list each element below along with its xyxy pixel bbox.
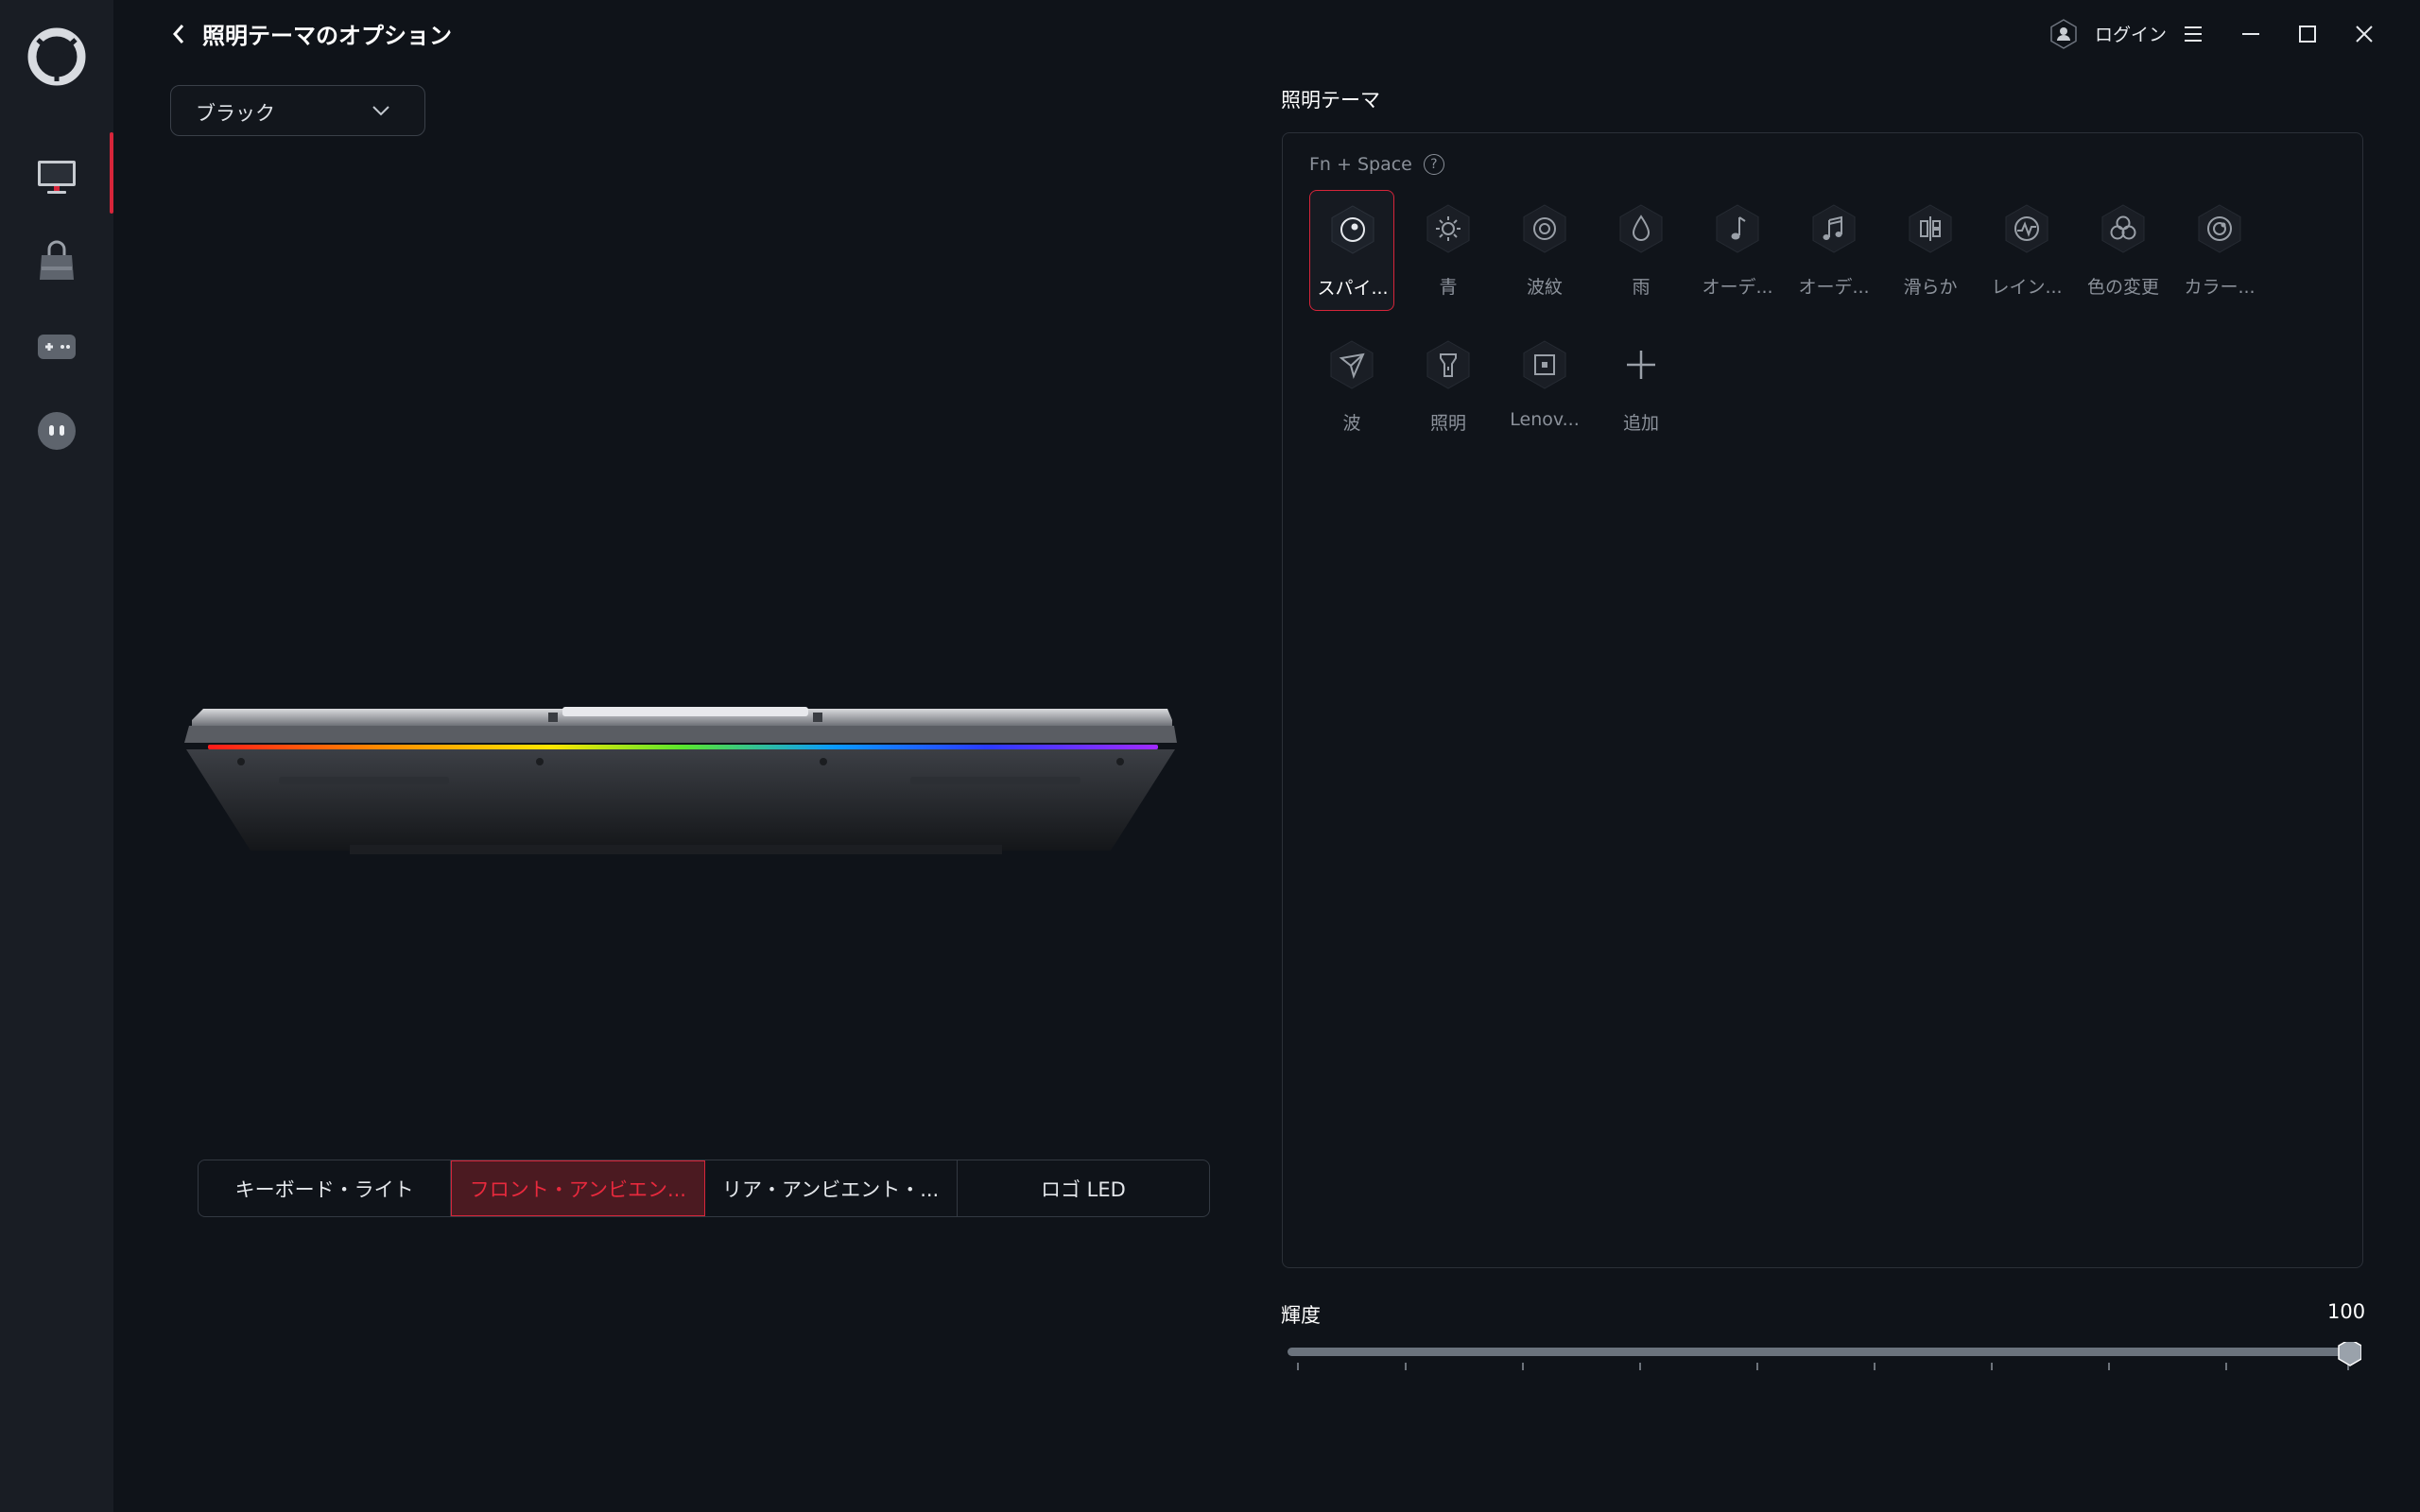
- slider-track: [1288, 1348, 2350, 1356]
- menu-icon: [2185, 26, 2202, 42]
- theme-label: 滑らか: [1903, 277, 1958, 298]
- plus-icon: [1627, 351, 1655, 379]
- minimize-icon: [2242, 33, 2259, 35]
- theme-item[interactable]: 滑らか: [1888, 190, 1973, 311]
- lighting-zone-tabs: キーボード・ライト フロント・アンビエン... リア・アンビエント・... ロゴ…: [198, 1160, 1210, 1217]
- robot-face-icon: [38, 412, 76, 450]
- theme-item[interactable]: オーデ...: [1695, 190, 1780, 311]
- theme-label: レイン...: [1991, 277, 2063, 298]
- color-cycle-icon: [2101, 204, 2145, 253]
- close-icon: [2356, 26, 2373, 43]
- theme-label: Lenov...: [1510, 409, 1580, 430]
- lighting-theme-heading: 照明テーマ: [1281, 89, 1380, 112]
- theme-label: オーデ...: [1798, 277, 1870, 298]
- shopping-bag-icon: [40, 240, 74, 280]
- theme-panel: Fn + Space ? スパイ... 青 波紋 雨 オーデ... オーデ...…: [1282, 132, 2363, 1268]
- sidebar-item-assistant[interactable]: [0, 387, 113, 474]
- theme-item[interactable]: 雨: [1599, 190, 1684, 311]
- palette-icon: [1331, 205, 1374, 254]
- theme-label: 波: [1342, 413, 1361, 434]
- smooth-icon: [1909, 204, 1952, 253]
- user-avatar-icon[interactable]: [2048, 18, 2079, 50]
- app-logo: [27, 27, 86, 86]
- close-button[interactable]: [2347, 17, 2381, 51]
- monitor-icon: [38, 161, 76, 194]
- theme-label: カラー...: [2184, 277, 2256, 298]
- music-note-icon: [1716, 204, 1759, 253]
- sidebar-item-device[interactable]: [0, 132, 113, 219]
- tab-front-ambient[interactable]: フロント・アンビエン...: [451, 1160, 705, 1216]
- tab-keyboard-light[interactable]: キーボード・ライト: [199, 1160, 452, 1216]
- sun-icon: [1426, 204, 1470, 253]
- theme-label: スパイ...: [1317, 278, 1389, 299]
- color-dropdown-value: ブラック: [196, 102, 275, 125]
- sidebar: [0, 0, 113, 1512]
- tab-logo-led[interactable]: ロゴ LED: [958, 1160, 1209, 1216]
- laptop-preview-image: [184, 707, 1177, 854]
- theme-item[interactable]: 照明: [1406, 326, 1491, 447]
- theme-label: 追加: [1622, 413, 1659, 434]
- tab-rear-ambient[interactable]: リア・アンビエント・...: [705, 1160, 958, 1216]
- slider-thumb: [2338, 1342, 2361, 1366]
- brightness-value: 100: [2327, 1300, 2366, 1323]
- wave-icon: [1330, 340, 1374, 389]
- theme-item[interactable]: 色の変更: [2081, 190, 2166, 311]
- menu-button[interactable]: [2176, 17, 2210, 51]
- lenovo-icon: [1523, 340, 1566, 389]
- page-title: 照明テーマのオプション: [202, 23, 452, 49]
- theme-label: 青: [1439, 277, 1458, 298]
- theme-item[interactable]: 波: [1309, 326, 1394, 447]
- shortcut-hint: Fn + Space ?: [1309, 154, 1444, 175]
- color-dropdown[interactable]: ブラック: [170, 85, 425, 136]
- theme-item[interactable]: オーデ...: [1791, 190, 1876, 311]
- slider-ticks: [1297, 1363, 2349, 1370]
- theme-item[interactable]: カラー...: [2177, 190, 2262, 311]
- chevron-down-icon: [372, 106, 389, 116]
- maximize-icon: [2299, 26, 2316, 43]
- theme-label: 色の変更: [2086, 277, 2159, 298]
- theme-label: オーデ...: [1702, 277, 1773, 298]
- theme-label: 波紋: [1526, 277, 1563, 298]
- theme-item[interactable]: Lenov...: [1502, 326, 1587, 447]
- brightness-label: 輝度: [1281, 1304, 1321, 1327]
- back-button[interactable]: [166, 21, 191, 47]
- shortcut-label: Fn + Space: [1309, 154, 1412, 175]
- ripple-icon: [1523, 204, 1566, 253]
- rainbow-icon: [2005, 204, 2048, 253]
- theme-item[interactable]: 波紋: [1502, 190, 1587, 311]
- gamepad-icon: [38, 335, 76, 359]
- brightness-slider[interactable]: [1288, 1342, 2361, 1370]
- help-icon[interactable]: ?: [1423, 154, 1444, 175]
- music-notes-icon: [1812, 204, 1856, 253]
- theme-item[interactable]: スパイ...: [1309, 190, 1394, 311]
- theme-item[interactable]: レイン...: [1984, 190, 2069, 311]
- theme-item[interactable]: 青: [1406, 190, 1491, 311]
- sidebar-item-game[interactable]: [0, 302, 113, 389]
- color-wave-icon: [2198, 204, 2241, 253]
- theme-label: 照明: [1429, 413, 1466, 434]
- raindrop-icon: [1619, 204, 1663, 253]
- minimize-button[interactable]: [2234, 17, 2268, 51]
- flashlight-icon: [1426, 340, 1470, 389]
- maximize-button[interactable]: [2290, 17, 2325, 51]
- chevron-left-icon: [172, 25, 184, 43]
- add-theme-button[interactable]: 追加: [1599, 326, 1684, 447]
- login-button[interactable]: ログイン: [2095, 21, 2167, 46]
- sidebar-item-store[interactable]: [0, 217, 113, 304]
- theme-label: 雨: [1632, 277, 1651, 298]
